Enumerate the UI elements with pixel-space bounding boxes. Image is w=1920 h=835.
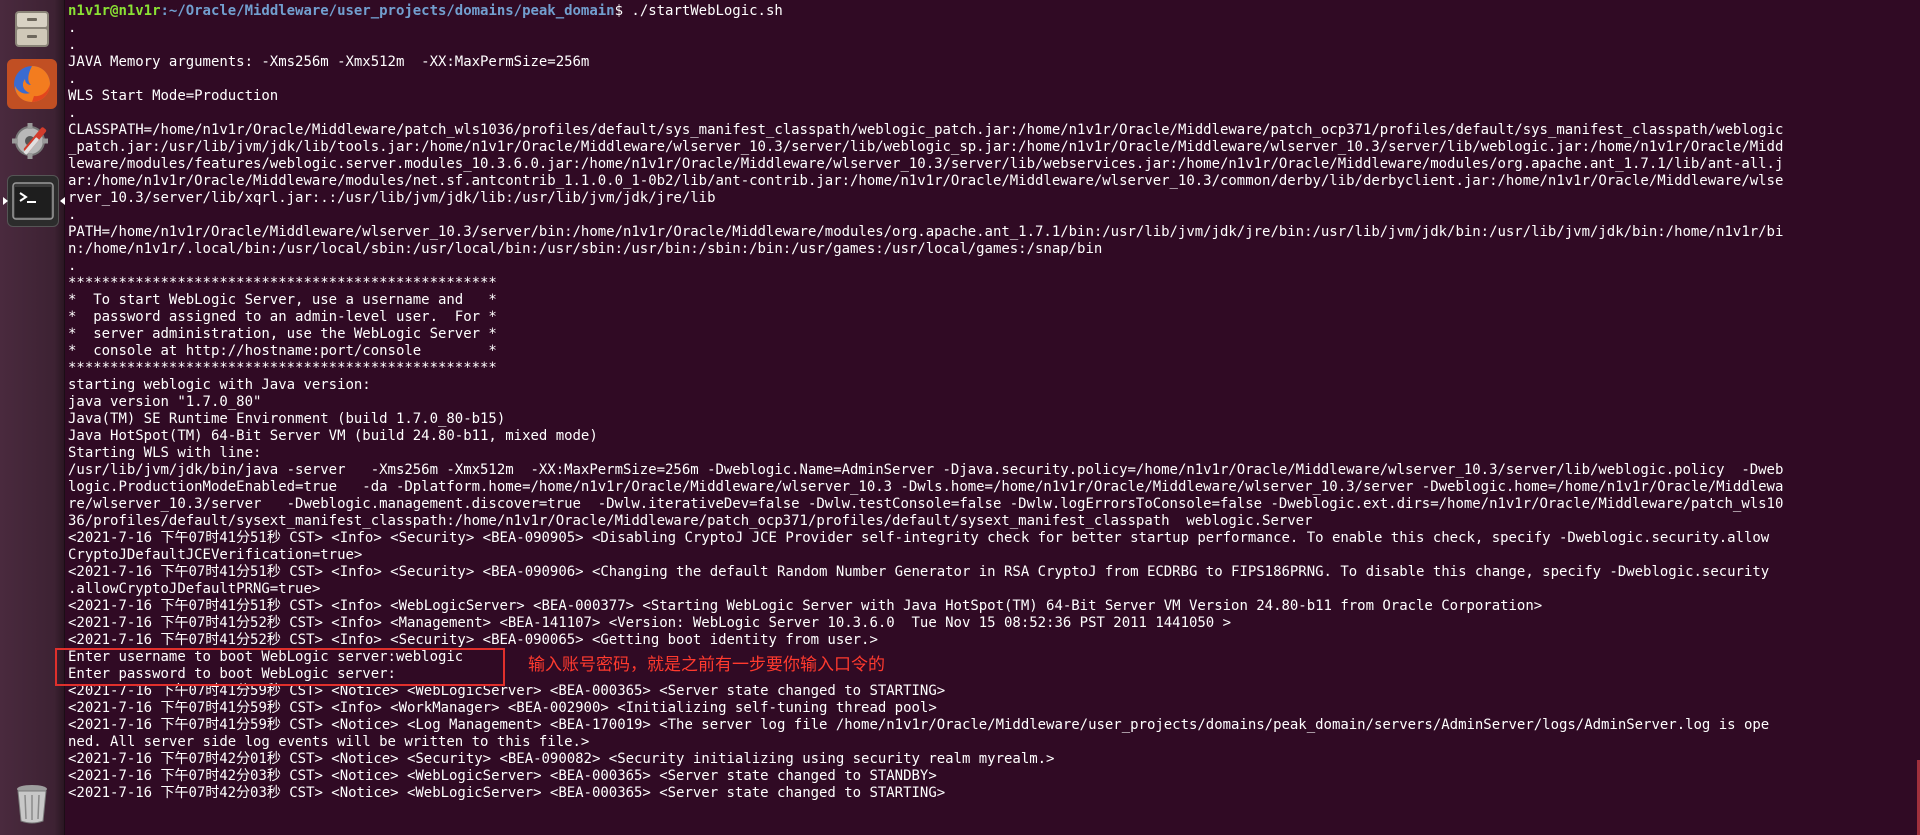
terminal-line: ned. All server side log events will be …: [68, 734, 590, 750]
terminal-line: java version "1.7.0_80": [68, 394, 262, 410]
terminal-line: .: [68, 20, 77, 36]
terminal-line: ****************************************…: [68, 360, 497, 376]
prompt-command: ./startWebLogic.sh: [631, 3, 783, 19]
terminal-line: 36/profiles/default/sysext_manifest_clas…: [68, 513, 1313, 529]
terminal-line: * password assigned to an admin-level us…: [68, 309, 497, 325]
terminal-line: /usr/lib/jvm/jdk/bin/java -server -Xms25…: [68, 462, 1784, 478]
files-icon: [15, 11, 49, 47]
terminal-line: <2021-7-16 下午07时41分51秒 CST> <Info> <WebL…: [68, 598, 1543, 614]
terminal-line: _patch.jar:/usr/lib/jvm/jdk/lib/tools.ja…: [68, 139, 1784, 155]
terminal-line: ar:/home/n1v1r/Oracle/Middleware/modules…: [68, 173, 1784, 189]
files-launcher-button[interactable]: [7, 4, 57, 54]
terminal-line: .allowCryptoJDefaultPRNG=true>: [68, 581, 321, 597]
system-settings-icon: [12, 123, 48, 159]
terminal-line: Java HotSpot(TM) 64-Bit Server VM (build…: [68, 428, 598, 444]
terminal-line: <2021-7-16 下午07时41分59秒 CST> <Info> <Work…: [68, 700, 937, 716]
annotation-text: 输入账号密码，就是之前有一步要你输入口令的: [528, 655, 885, 675]
terminal-line: ****************************************…: [68, 275, 497, 291]
terminal-line: <2021-7-16 下午07时41分52秒 CST> <Info> <Secu…: [68, 632, 878, 648]
terminal-line: JAVA Memory arguments: -Xms256m -Xmx512m…: [68, 54, 590, 70]
terminal-line: * console at http://hostname:port/consol…: [68, 343, 497, 359]
terminal-line: <2021-7-16 下午07时42分03秒 CST> <Notice> <We…: [68, 768, 937, 784]
terminal-line: .: [68, 105, 77, 121]
terminal-icon: [12, 182, 54, 220]
unity-launcher: [0, 0, 65, 835]
prompt-user-host: n1v1r@n1v1r: [68, 3, 161, 19]
terminal-line: <2021-7-16 下午07时41分51秒 CST> <Info> <Secu…: [68, 530, 1770, 546]
terminal-line: n:/home/n1v1r/.local/bin:/usr/local/sbin…: [68, 241, 1103, 257]
prompt-symbol: $: [614, 3, 632, 19]
trash-icon: [17, 785, 47, 824]
terminal-line: <2021-7-16 下午07时42分03秒 CST> <Notice> <We…: [68, 785, 946, 801]
terminal-line: Starting WLS with line:: [68, 445, 262, 461]
terminal-line: .: [68, 258, 77, 274]
credentials-highlight-box: [55, 648, 505, 686]
trash-launcher-button[interactable]: [7, 778, 57, 828]
terminal-line: <2021-7-16 下午07时41分51秒 CST> <Info> <Secu…: [68, 564, 1770, 580]
terminal-line: CryptoJDefaultJCEVerification=true>: [68, 547, 363, 563]
terminal-launcher-button[interactable]: [3, 175, 65, 227]
terminal-line: .: [68, 71, 77, 87]
system-settings-launcher-button[interactable]: [7, 116, 57, 166]
terminal-line: .: [68, 207, 77, 223]
terminal-line: starting weblogic with Java version:: [68, 377, 371, 393]
terminal-line: Java(TM) SE Runtime Environment (build 1…: [68, 411, 506, 427]
terminal-line: PATH=/home/n1v1r/Oracle/Middleware/wlser…: [68, 224, 1784, 240]
terminal-line: <2021-7-16 下午07时41分59秒 CST> <Notice> <Lo…: [68, 717, 1770, 733]
firefox-launcher-button[interactable]: [7, 59, 57, 109]
terminal-line: <2021-7-16 下午07时42分01秒 CST> <Notice> <Se…: [68, 751, 1055, 767]
firefox-icon: [14, 66, 50, 102]
terminal-line: <2021-7-16 下午07时41分52秒 CST> <Info> <Mana…: [68, 615, 1232, 631]
terminal-line: .: [68, 37, 77, 53]
terminal-line: logic.ProductionModeEnabled=true -da -Dp…: [68, 479, 1784, 495]
terminal-line: re/wlserver_10.3/server -Dweblogic.manag…: [68, 496, 1784, 512]
terminal-window[interactable]: n1v1r@n1v1r:~/Oracle/Middleware/user_pro…: [66, 0, 1920, 835]
terminal-line: WLS Start Mode=Production: [68, 88, 279, 104]
terminal-line: * server administration, use the WebLogi…: [68, 326, 497, 342]
terminal-line: CLASSPATH=/home/n1v1r/Oracle/Middleware/…: [68, 122, 1784, 138]
terminal-line: rver_10.3/server/lib/xqrl.jar:.:/usr/lib…: [68, 190, 716, 206]
prompt-path: :~/Oracle/Middleware/user_projects/domai…: [160, 3, 615, 19]
terminal-line: leware/modules/features/weblogic.server.…: [68, 156, 1784, 172]
terminal-line: * To start WebLogic Server, use a userna…: [68, 292, 497, 308]
